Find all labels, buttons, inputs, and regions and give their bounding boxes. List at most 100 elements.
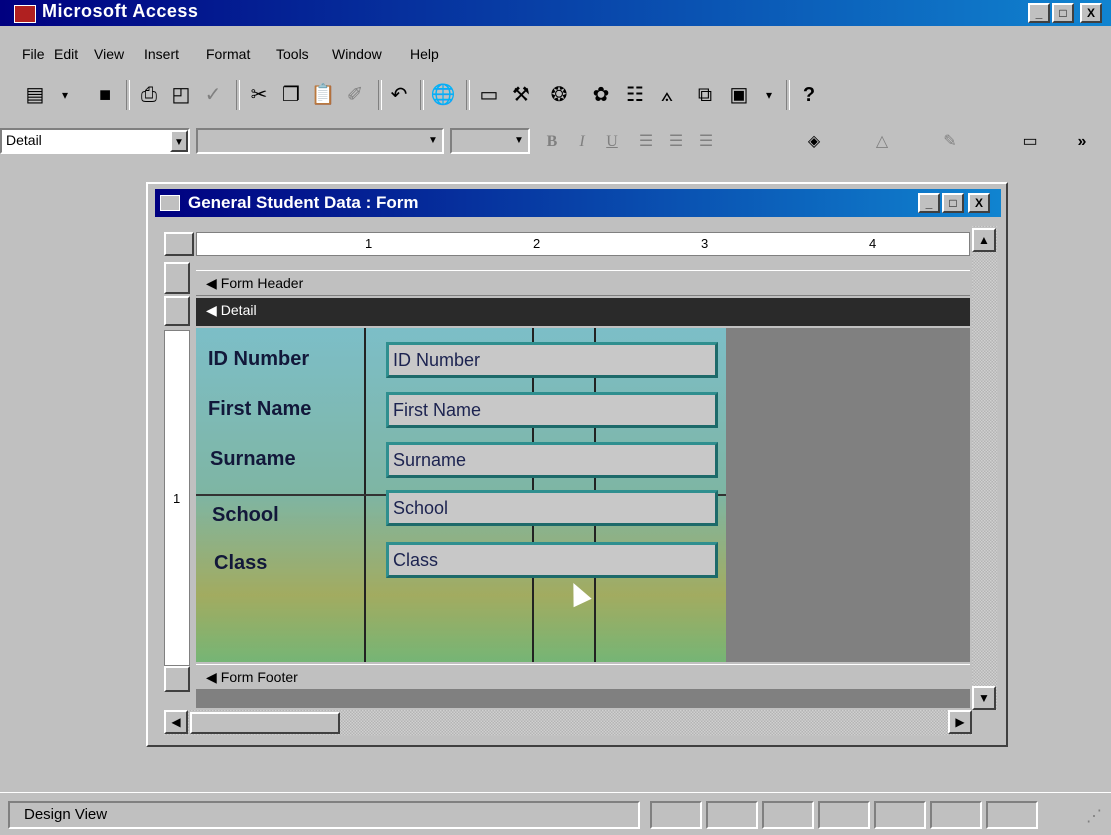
print-preview-icon[interactable]: ◰ (166, 80, 196, 110)
form-selector[interactable] (164, 232, 194, 256)
minimize-button[interactable]: _ (1028, 3, 1050, 23)
status-text: Design View (8, 801, 640, 829)
ruler-mark: 2 (533, 236, 541, 251)
maximize-button[interactable]: □ (1052, 3, 1074, 23)
textbox-school[interactable]: School (386, 490, 718, 526)
label-surname[interactable]: Surname (210, 448, 296, 471)
section-selector-footer[interactable] (164, 666, 190, 692)
toolbar-separator (378, 80, 382, 110)
align-left-icon[interactable]: ☰ (632, 128, 660, 156)
code-icon[interactable]: ✿ (586, 80, 616, 110)
menu-file[interactable]: File (22, 46, 45, 62)
font-color-icon[interactable]: △ (868, 128, 896, 156)
toolbar-overflow-icon[interactable]: » (1068, 128, 1096, 156)
format-painter-icon[interactable]: ✐ (340, 80, 370, 110)
menu-edit[interactable]: Edit (54, 46, 78, 62)
section-arrow-icon: ◀ (206, 275, 217, 291)
close-button[interactable]: X (1080, 3, 1102, 23)
properties-icon[interactable]: ☷ (620, 80, 650, 110)
spelling-icon[interactable]: ✓ (198, 80, 228, 110)
print-icon[interactable]: ⎙ (134, 80, 164, 110)
build-icon[interactable]: ⟑ (652, 80, 682, 110)
scroll-down-icon[interactable]: ▼ (972, 686, 996, 710)
horizontal-ruler[interactable]: 1 2 3 4 (196, 232, 970, 256)
toolbox-icon[interactable]: ⚒ (506, 80, 536, 110)
ruler-mark: 4 (869, 236, 877, 251)
align-center-icon[interactable]: ☰ (662, 128, 690, 156)
status-indicator (874, 801, 926, 829)
textbox-id-number[interactable]: ID Number (386, 342, 718, 378)
insert-hyperlink-icon[interactable]: 🌐 (428, 80, 458, 110)
object-selector[interactable]: Detail ▼ (0, 128, 190, 154)
access-app-icon[interactable] (14, 5, 36, 23)
view-icon[interactable]: ▤ (20, 80, 50, 110)
label-first-name[interactable]: First Name (208, 398, 311, 421)
textbox-class[interactable]: Class (386, 542, 718, 578)
detail-bar[interactable]: ◀ Detail (196, 298, 970, 326)
footer-section-area (196, 690, 970, 708)
status-indicator (706, 801, 758, 829)
vertical-scrollbar[interactable]: ▲ ▼ (972, 226, 998, 710)
scroll-right-icon[interactable]: ▶ (948, 710, 972, 734)
ruler-mark: 1 (365, 236, 373, 251)
detail-label: Detail (220, 302, 257, 318)
label-id-number[interactable]: ID Number (208, 348, 309, 371)
bold-icon[interactable]: B (538, 128, 566, 156)
label-school[interactable]: School (212, 504, 279, 527)
section-selector-header[interactable] (164, 262, 190, 294)
menu-view[interactable]: View (94, 46, 124, 62)
view-dropdown-icon[interactable]: ▾ (50, 80, 80, 110)
new-object-icon[interactable]: ▣ (724, 80, 754, 110)
fill-color-icon[interactable]: ◈ (800, 128, 828, 156)
form-maximize-button[interactable]: □ (942, 193, 964, 213)
font-size-combo[interactable]: ▼ (450, 128, 530, 154)
horizontal-scroll-thumb[interactable] (190, 712, 340, 734)
form-close-button[interactable]: X (968, 193, 990, 213)
align-right-icon[interactable]: ☰ (692, 128, 720, 156)
vertical-ruler[interactable]: 1 (164, 330, 190, 666)
section-arrow-icon: ◀ (206, 669, 217, 685)
toolbar-separator (236, 80, 240, 110)
cut-icon[interactable]: ✂ (244, 80, 274, 110)
italic-icon[interactable]: I (568, 128, 596, 156)
scroll-up-icon[interactable]: ▲ (972, 228, 996, 252)
form-header-bar[interactable]: ◀ Form Header (196, 270, 970, 296)
chevron-down-icon[interactable]: ▼ (510, 130, 528, 152)
form-minimize-button[interactable]: _ (918, 193, 940, 213)
line-color-icon[interactable]: ✎ (936, 128, 964, 156)
menu-window[interactable]: Window (332, 46, 382, 62)
scroll-left-icon[interactable]: ◀ (164, 710, 188, 734)
textbox-surname[interactable]: Surname (386, 442, 718, 478)
autoformat-icon[interactable]: ❂ (544, 80, 574, 110)
menu-format[interactable]: Format (206, 46, 250, 62)
label-class[interactable]: Class (214, 552, 267, 575)
toolbar-separator (786, 80, 790, 110)
paste-icon[interactable]: 📋 (308, 80, 338, 110)
resize-grip-icon[interactable]: ⋰ (1086, 806, 1102, 826)
line-width-icon[interactable]: ▭ (1016, 128, 1044, 156)
textbox-first-name[interactable]: First Name (386, 392, 718, 428)
form-header-label: Form Header (220, 275, 304, 291)
save-icon[interactable]: ■ (90, 80, 120, 110)
undo-icon[interactable]: ↶ (384, 80, 414, 110)
database-window-icon[interactable]: ⧉ (690, 80, 720, 110)
form-footer-bar[interactable]: ◀ Form Footer (196, 664, 970, 690)
menu-help[interactable]: Help (410, 46, 439, 62)
menu-tools[interactable]: Tools (276, 46, 309, 62)
copy-icon[interactable]: ❐ (276, 80, 306, 110)
form-window-icon[interactable] (160, 195, 180, 211)
chevron-down-icon[interactable]: ▼ (170, 130, 188, 152)
chevron-down-icon[interactable]: ▼ (424, 130, 442, 152)
section-selector-detail[interactable] (164, 296, 190, 326)
menu-insert[interactable]: Insert (144, 46, 179, 62)
status-indicator (650, 801, 702, 829)
app-title: Microsoft Access (42, 1, 199, 21)
toolbar-separator (466, 80, 470, 110)
help-icon[interactable]: ? (794, 80, 824, 110)
font-name-combo[interactable]: ▼ (196, 128, 444, 154)
new-object-dropdown-icon[interactable]: ▾ (754, 80, 784, 110)
field-list-icon[interactable]: ▭ (474, 80, 504, 110)
menu-bar: File Edit View Insert Format Tools Windo… (0, 36, 1111, 66)
status-indicator (762, 801, 814, 829)
underline-icon[interactable]: U (598, 128, 626, 156)
